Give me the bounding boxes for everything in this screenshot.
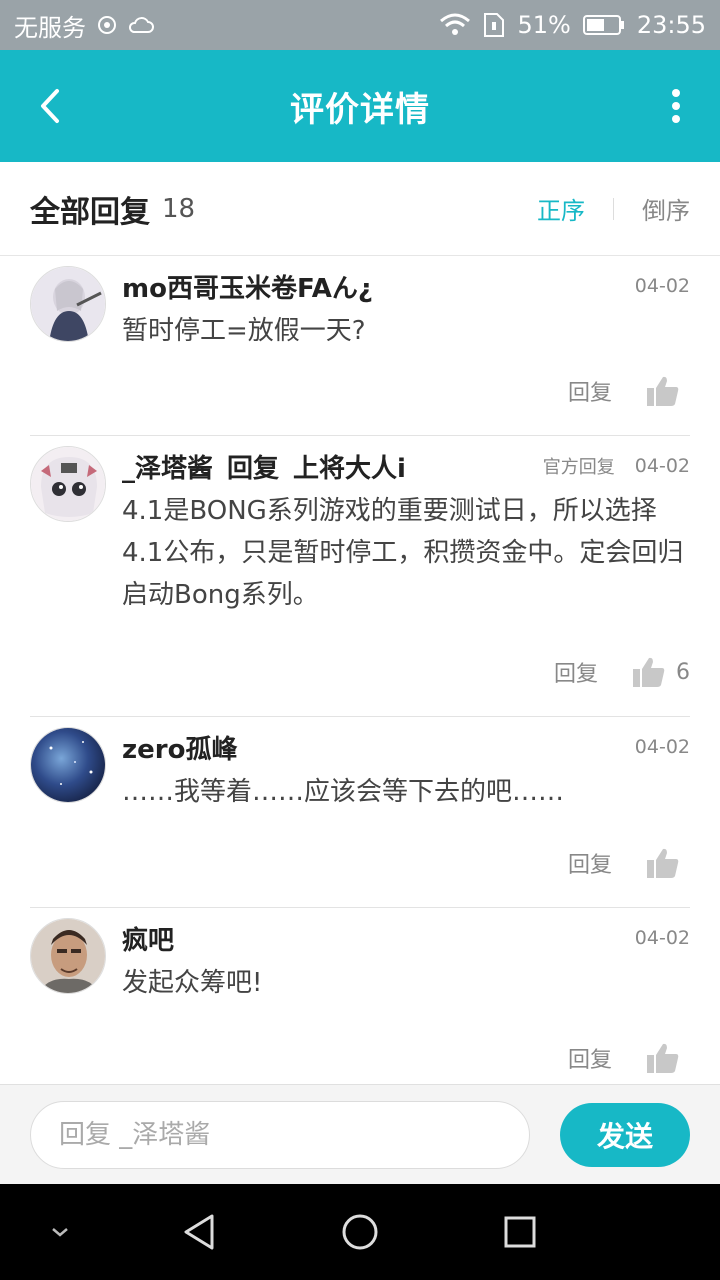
avatar[interactable]	[30, 266, 106, 342]
comment-item: 疯吧 04-02 发起众筹吧! 回复	[30, 908, 690, 1084]
nav-collapse-button[interactable]	[30, 1204, 90, 1260]
reply-target-name[interactable]: 上将大人i	[293, 448, 406, 485]
official-reply-badge: 官方回复	[542, 457, 615, 478]
sort-descending-button[interactable]: 倒序	[642, 191, 690, 226]
nav-recents-icon	[504, 1216, 536, 1248]
nav-collapse-icon	[52, 1228, 68, 1237]
thumb-up-icon	[633, 657, 665, 687]
reply-input-bar: 发送	[0, 1084, 720, 1184]
like-button[interactable]: 6	[632, 656, 690, 688]
clock: 23:55	[636, 11, 706, 39]
thumb-up-icon	[647, 1043, 679, 1073]
comment-date: 04-02	[634, 275, 690, 297]
comment-author[interactable]: _泽塔酱	[122, 448, 213, 485]
reply-input[interactable]	[30, 1101, 530, 1169]
cloud-icon	[128, 15, 154, 35]
comment-date: 04-02	[634, 927, 690, 949]
wifi-icon	[439, 13, 471, 37]
reply-button[interactable]: 回复	[568, 1042, 612, 1074]
avatar[interactable]	[30, 918, 106, 994]
like-button[interactable]	[646, 1042, 690, 1074]
comment-actions: 回复 6	[554, 652, 690, 692]
send-button[interactable]: 发送	[560, 1103, 690, 1167]
battery-icon	[582, 14, 625, 36]
battery-percent: 51%	[517, 11, 571, 39]
comment-header: zero孤峰 04-02	[122, 729, 690, 765]
comment-author[interactable]: zero孤峰	[122, 729, 237, 766]
comment-text: 暂时停工=放假一天?	[122, 316, 366, 346]
nav-back-icon	[184, 1214, 214, 1250]
back-button[interactable]	[20, 76, 80, 136]
comment-header: _泽塔酱 回复 上将大人i 官方回复 04-02	[122, 448, 690, 484]
nav-back-button[interactable]	[170, 1204, 230, 1260]
reply-to-label: 回复	[227, 453, 280, 484]
sync-icon	[96, 14, 118, 36]
carrier-label: 无服务	[14, 13, 86, 42]
like-button[interactable]	[646, 375, 690, 407]
replies-title: 全部回复	[30, 194, 150, 230]
comment-author[interactable]: 疯吧	[122, 920, 174, 957]
back-arrow-icon	[41, 89, 59, 123]
status-bar: 无服务 51% 23:55	[0, 0, 720, 50]
reply-button[interactable]: 回复	[568, 375, 612, 407]
reply-button[interactable]: 回复	[568, 847, 612, 879]
page-title: 评价详情	[290, 89, 430, 130]
avatar[interactable]	[30, 446, 106, 522]
nav-home-icon	[342, 1214, 378, 1250]
comment-text: ……我等着……应该会等下去的吧……	[122, 777, 565, 807]
thumb-up-icon	[647, 848, 679, 878]
comment-text: 4.1是BONG系列游戏的重要测试日，所以选择4.1公布，只是暂时停工，积攒资金…	[122, 496, 684, 610]
thumb-up-icon	[647, 376, 679, 406]
sort-ascending-button[interactable]: 正序	[537, 191, 585, 226]
comment-text: 发起众筹吧!	[122, 968, 263, 998]
comment-author[interactable]: mo西哥玉米卷FAん¿	[122, 268, 373, 305]
nav-home-button[interactable]	[330, 1204, 390, 1260]
system-nav-bar	[0, 1184, 720, 1280]
avatar[interactable]	[30, 727, 106, 803]
like-button[interactable]	[646, 847, 690, 879]
comment-header: 疯吧 04-02	[122, 920, 690, 956]
sort-toggle: 正序 倒序	[537, 191, 690, 226]
like-count: 6	[676, 659, 690, 685]
comment-item: mo西哥玉米卷FAん¿ 04-02 暂时停工=放假一天? 回复	[30, 256, 690, 436]
comment-item: _泽塔酱 回复 上将大人i 官方回复 04-02 4.1是BONG系列游戏的重要…	[30, 436, 690, 717]
sort-divider	[613, 197, 614, 220]
more-vert-icon	[672, 89, 680, 123]
app-bar: 评价详情	[0, 50, 720, 162]
replies-header: 全部回复 18 正序 倒序	[0, 162, 720, 256]
comment-header: mo西哥玉米卷FAん¿ 04-02	[122, 268, 690, 304]
replies-count: 18	[162, 193, 196, 224]
comment-list[interactable]: mo西哥玉米卷FAん¿ 04-02 暂时停工=放假一天? 回复 _泽塔酱 回复 …	[0, 256, 720, 1084]
comment-date: 04-02	[634, 736, 690, 758]
comment-date: 04-02	[634, 455, 690, 477]
comment-actions: 回复	[568, 371, 690, 411]
comment-item: zero孤峰 04-02 ……我等着……应该会等下去的吧…… 回复	[30, 717, 690, 908]
nav-recents-button[interactable]	[490, 1204, 550, 1260]
comment-actions: 回复	[568, 843, 690, 883]
more-menu-button[interactable]	[656, 76, 696, 136]
comment-actions: 回复	[568, 1038, 690, 1078]
reply-button[interactable]: 回复	[554, 656, 598, 688]
sim-icon	[483, 12, 505, 38]
